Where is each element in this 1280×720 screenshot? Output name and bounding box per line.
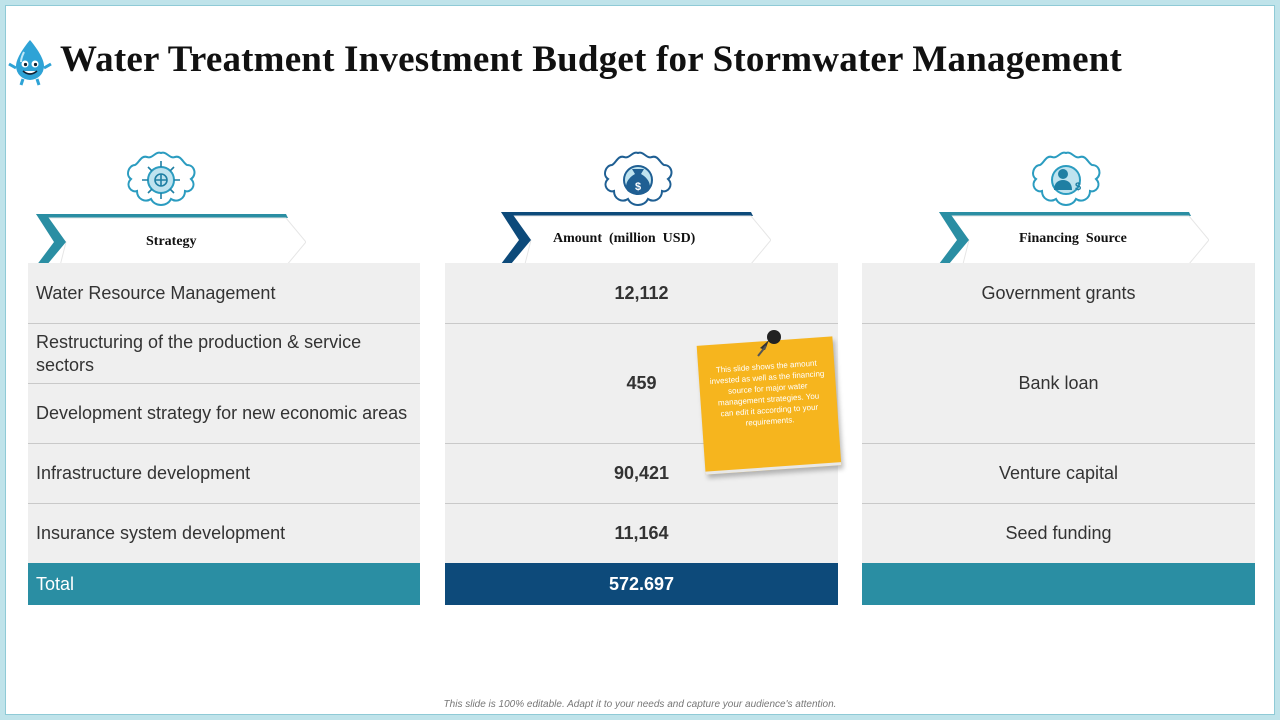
- total-financing-cell: [862, 563, 1255, 605]
- pushpin-icon: [757, 330, 781, 357]
- financing-column: Government grants Bank loan Venture capi…: [862, 263, 1255, 563]
- page-title: Water Treatment Investment Budget for St…: [60, 39, 1122, 80]
- total-label: Total: [36, 573, 75, 594]
- money-bag-icon: $: [604, 151, 673, 206]
- table-cell-strategy: Restructuring of the production & servic…: [36, 331, 362, 375]
- table-cell-strategy: Infrastructure development: [36, 463, 251, 483]
- water-drop-mascot-icon: [8, 40, 52, 86]
- person-dollar-icon: $: [1032, 151, 1101, 206]
- total-amount-cell: 572.697: [445, 563, 838, 605]
- strategy-header: Strategy: [146, 234, 197, 249]
- table-cell-financing: Seed funding: [1005, 523, 1112, 543]
- amount-header: Amount (million USD): [553, 231, 696, 246]
- total-amount: 572.697: [608, 573, 675, 594]
- table-cell-strategy: Water Resource Management: [36, 282, 276, 303]
- total-label-cell: Total: [28, 563, 420, 605]
- table-cell-amount: 12,112: [614, 282, 669, 303]
- network-globe-icon: [127, 151, 196, 206]
- footer-text: This slide is 100% editable. Adapt it to…: [443, 699, 837, 710]
- table-cell-financing: Bank loan: [1018, 373, 1099, 393]
- svg-text:$: $: [1075, 181, 1081, 193]
- table-cell-financing: Government grants: [981, 282, 1136, 303]
- table-cell-strategy: Development strategy for new economic ar…: [36, 403, 408, 423]
- table-cell-strategy: Insurance system development: [36, 523, 286, 543]
- strategy-column: Water Resource Management Restructuring …: [28, 263, 420, 563]
- table-cell-amount: 11,164: [614, 523, 669, 543]
- svg-text:$: $: [635, 181, 641, 193]
- table-cell-financing: Venture capital: [998, 463, 1119, 483]
- financing-header: Financing Source: [1019, 231, 1127, 246]
- sticky-note-text: This slide shows the amount invested as …: [709, 358, 825, 428]
